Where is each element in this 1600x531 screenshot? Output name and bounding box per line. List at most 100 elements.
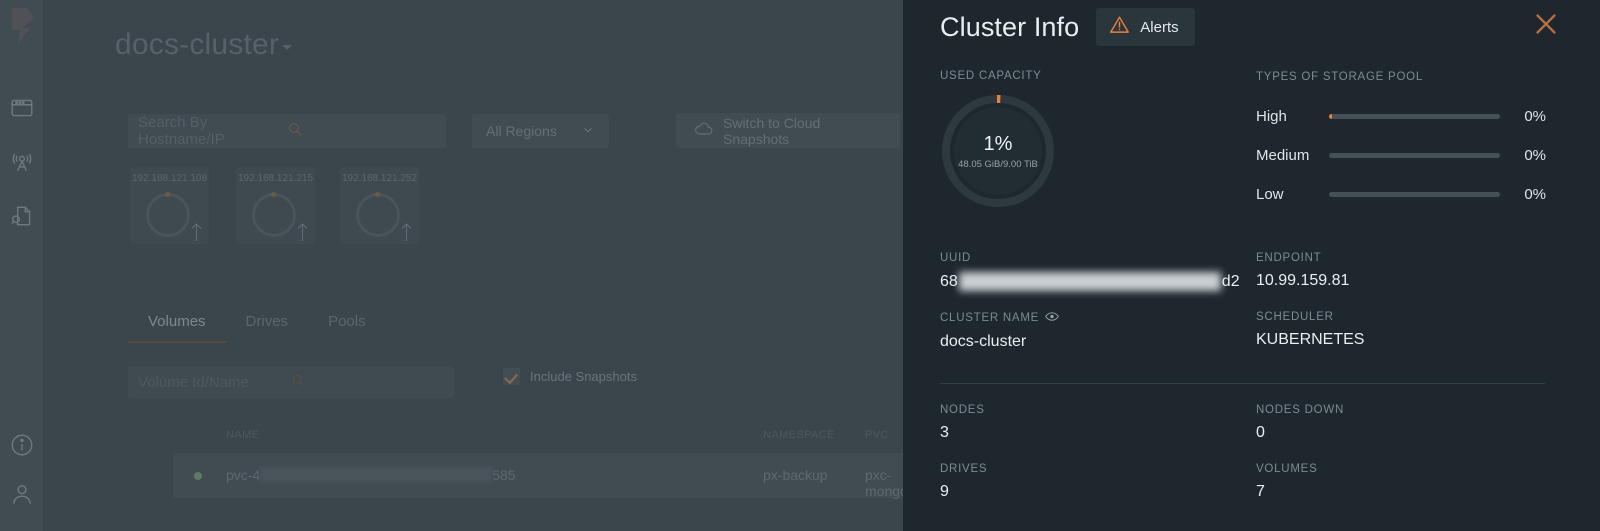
cluster-name-field: CLUSTER NAME docs-cluster (940, 311, 1059, 351)
app-root: docs-cluster Search By Hostname/IP All R… (0, 0, 1600, 531)
pool-progress-fill (1329, 114, 1332, 119)
table-row[interactable]: pvc-4 585 px-backup pxc-mongodb- (173, 453, 904, 498)
page-title: docs-cluster (115, 28, 279, 62)
cluster-info-panel: Cluster Info Alerts USED CAPACITY (903, 0, 1600, 531)
pool-percent-low: 0% (1500, 186, 1546, 203)
volume-name-suffix: 585 (492, 467, 515, 483)
volume-name-cell: pvc-4 585 (226, 467, 516, 483)
cluster-name-label: CLUSTER NAME (940, 311, 1059, 325)
node-card[interactable]: 192.168.121.108 (130, 167, 209, 244)
document-search-icon (9, 203, 35, 229)
pool-progress-track (1329, 153, 1500, 158)
chevron-down-icon (581, 123, 595, 140)
dashboard-window-icon (9, 95, 35, 121)
sidebar-item-monitoring[interactable] (9, 149, 35, 175)
main-content-dimmed: docs-cluster Search By Hostname/IP All R… (43, 0, 904, 531)
node-usage-ring (356, 193, 400, 237)
status-badge (194, 472, 202, 480)
cluster-name-value: docs-cluster (940, 333, 1059, 351)
donut-center-labels: 1% 48.05 GiB/9.00 TiB (940, 93, 1056, 209)
sidebar-item-info[interactable] (9, 432, 35, 458)
uuid-suffix: d2 (1222, 273, 1240, 291)
storage-pool-row-medium: Medium 0% (1256, 145, 1546, 165)
redacted-block (260, 467, 492, 482)
uuid-label: UUID (940, 252, 1240, 264)
node-card[interactable]: 192.168.121.215 (236, 167, 315, 244)
antenna-broadcast-icon (9, 149, 35, 175)
storage-pool-label: TYPES OF STORAGE POOL (1256, 71, 1423, 83)
stat-drives: DRIVES 9 (940, 463, 987, 501)
scheduler-field: SCHEDULER KUBERNETES (1256, 311, 1364, 349)
panel-header: Cluster Info Alerts (940, 8, 1195, 46)
node-status-up-icon (400, 222, 413, 242)
checkbox-check-icon (503, 368, 520, 385)
node-usage-marker (165, 192, 170, 197)
tab-pools[interactable]: Pools (308, 313, 386, 343)
used-capacity-label: USED CAPACITY (940, 70, 1042, 82)
warning-triangle-icon (1109, 15, 1130, 39)
search-hostname-placeholder: Search By Hostname/IP (138, 114, 287, 148)
storage-pool-row-low: Low 0% (1256, 184, 1546, 204)
node-card[interactable]: 192.168.121.252 (340, 167, 419, 244)
endpoint-label: ENDPOINT (1256, 252, 1349, 264)
scheduler-value: KUBERNETES (1256, 331, 1364, 349)
resource-tabs: Volumes Drives Pools (128, 313, 386, 343)
volumes-table-header: NAME NAMESPACE PVC (173, 421, 904, 449)
column-header-pvc: PVC (865, 429, 889, 441)
used-capacity-donut: 1% 48.05 GiB/9.00 TiB (940, 93, 1056, 209)
pool-name-high: High (1256, 108, 1329, 125)
sidebar-item-dashboard[interactable] (9, 95, 35, 121)
used-capacity-detail: 48.05 GiB/9.00 TiB (958, 159, 1038, 170)
alerts-label: Alerts (1140, 19, 1178, 36)
node-usage-ring (252, 193, 296, 237)
stat-value: 0 (1256, 424, 1344, 442)
column-header-name: NAME (226, 429, 259, 441)
user-account-icon (9, 481, 35, 507)
switch-to-cloud-snapshots-button[interactable]: Switch to Cloud Snapshots (676, 113, 900, 148)
volume-search-placeholder: Volume Id/Name (138, 374, 291, 391)
tab-volumes[interactable]: Volumes (128, 313, 226, 343)
volume-search-input[interactable]: Volume Id/Name (128, 366, 454, 398)
close-panel-button[interactable] (1533, 11, 1559, 37)
stat-value: 3 (940, 424, 985, 442)
redacted-block (959, 272, 1221, 291)
stat-label: NODES DOWN (1256, 404, 1344, 416)
node-usage-marker (271, 192, 276, 197)
used-capacity-percent: 1% (984, 133, 1013, 156)
node-ip-label: 192.168.121.108 (130, 173, 209, 184)
eye-icon[interactable] (1045, 311, 1059, 325)
volume-name-prefix: pvc-4 (226, 467, 260, 483)
panel-title: Cluster Info (940, 12, 1079, 43)
regions-select[interactable]: All Regions (472, 114, 609, 148)
endpoint-value: 10.99.159.81 (1256, 272, 1349, 290)
uuid-field: UUID 68 d2 (940, 252, 1240, 291)
stat-volumes: VOLUMES 7 (1256, 463, 1318, 501)
cluster-title-dropdown[interactable]: docs-cluster (115, 28, 292, 62)
pvc-cell: pxc-mongodb- (865, 467, 904, 499)
cloud-snapshots-label: Switch to Cloud Snapshots (723, 115, 882, 147)
left-nav-rail (0, 0, 43, 531)
sidebar-item-account[interactable] (9, 481, 35, 507)
endpoint-field: ENDPOINT 10.99.159.81 (1256, 252, 1349, 290)
alerts-button[interactable]: Alerts (1096, 8, 1194, 46)
search-icon (291, 373, 444, 391)
uuid-value: 68 d2 (940, 272, 1240, 291)
include-snapshots-label: Include Snapshots (530, 369, 637, 384)
search-hostname-input[interactable]: Search By Hostname/IP (128, 114, 446, 148)
node-status-up-icon (190, 222, 203, 242)
scheduler-label: SCHEDULER (1256, 311, 1364, 323)
close-icon (1533, 24, 1559, 41)
node-usage-marker (375, 192, 380, 197)
include-snapshots-checkbox[interactable]: Include Snapshots (503, 368, 637, 385)
sidebar-item-reports[interactable] (9, 203, 35, 229)
storage-pool-row-high: High 0% (1256, 106, 1546, 126)
pool-name-low: Low (1256, 186, 1329, 203)
node-status-up-icon (296, 222, 309, 242)
pool-progress-track (1329, 114, 1500, 119)
stat-value: 9 (940, 483, 987, 501)
stat-nodes-down: NODES DOWN 0 (1256, 404, 1344, 442)
stat-value: 7 (1256, 483, 1318, 501)
portworx-logo (8, 6, 36, 46)
tab-drives[interactable]: Drives (226, 313, 309, 343)
namespace-cell: px-backup (763, 467, 828, 483)
